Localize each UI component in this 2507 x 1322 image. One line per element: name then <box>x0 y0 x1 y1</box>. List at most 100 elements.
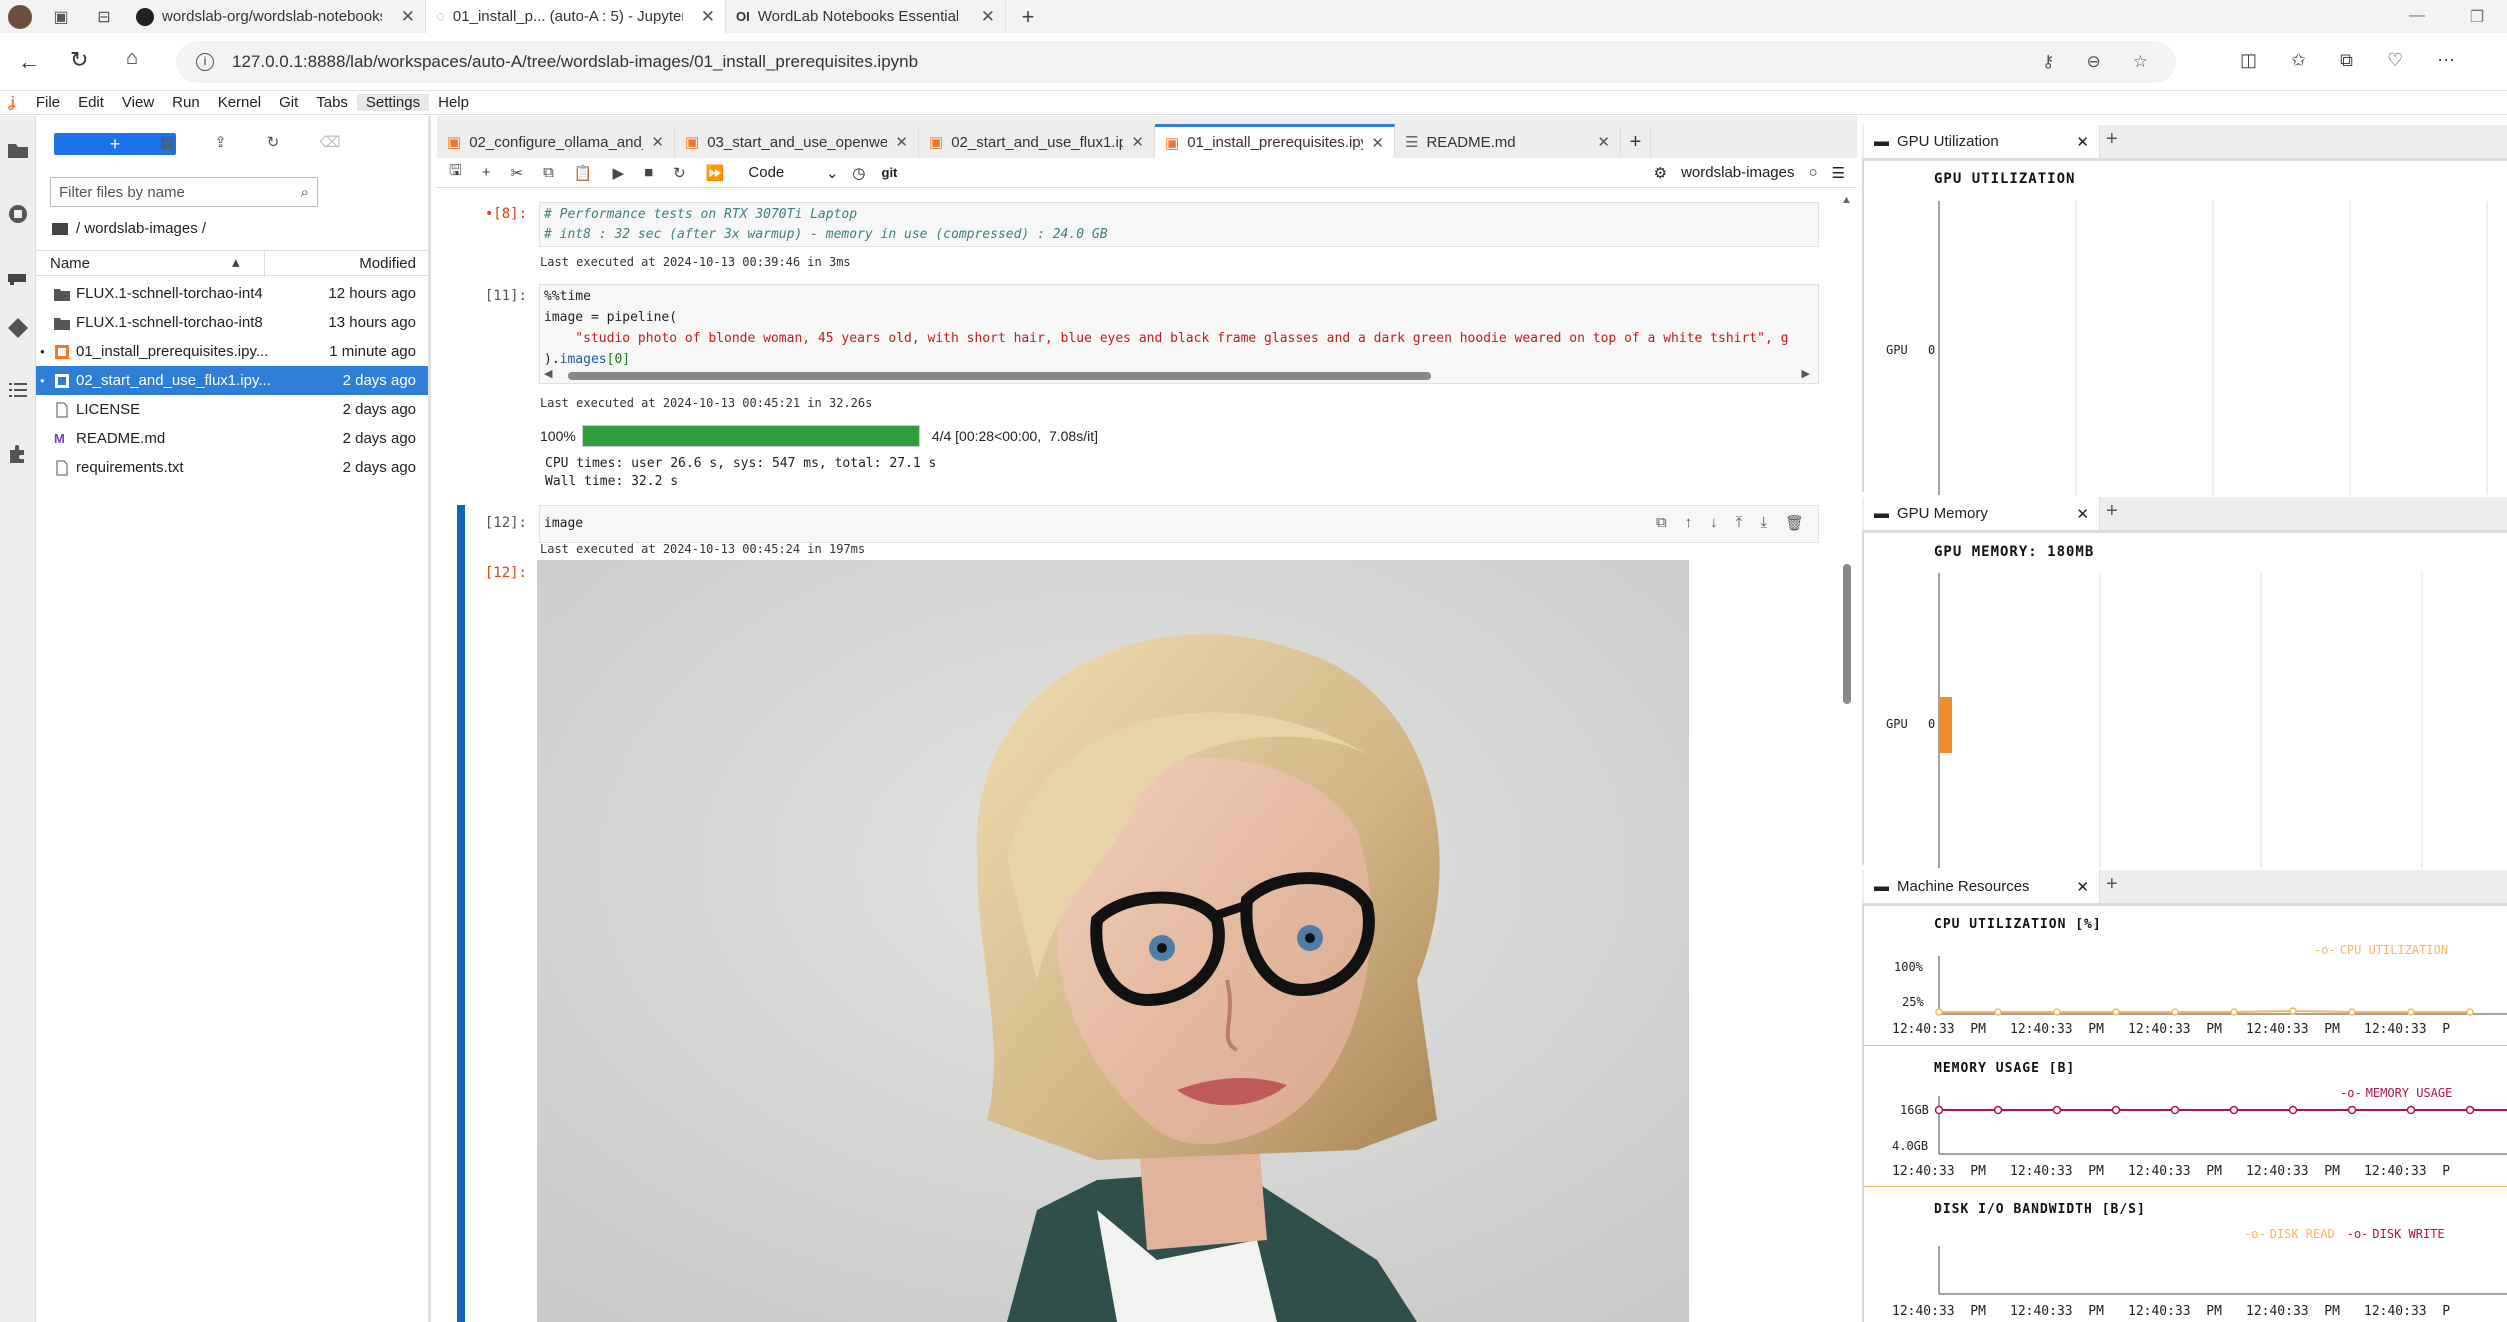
table-of-contents-icon[interactable] <box>6 378 30 402</box>
browser-tab-wordlab[interactable]: OI WordLab Notebooks Essentials ✕ <box>726 0 1006 33</box>
scroll-right-icon[interactable]: ▶ <box>1802 367 1810 380</box>
close-icon[interactable]: ✕ <box>895 133 908 151</box>
add-panel-button[interactable]: + <box>2106 873 2118 896</box>
add-panel-button[interactable]: + <box>2106 500 2118 523</box>
move-down-icon[interactable]: ↓ <box>1710 514 1718 532</box>
menu-edit[interactable]: Edit <box>69 94 113 111</box>
file-item[interactable]: ● 01_install_prerequisites.ipy... 1 minute… <box>36 337 428 366</box>
add-panel-button[interactable]: + <box>2106 128 2118 151</box>
insert-above-icon[interactable]: ⤒ <box>1736 514 1743 532</box>
reload-icon[interactable]: ↻ <box>70 47 88 73</box>
workspaces-icon[interactable]: ▣ <box>40 7 82 27</box>
file-item[interactable]: M README.md 2 days ago <box>36 424 428 453</box>
menu-kernel[interactable]: Kernel <box>209 94 270 111</box>
favorites-icon[interactable]: ✩ <box>2291 50 2306 71</box>
duplicate-cell-icon[interactable]: ⧉ <box>1656 514 1667 532</box>
move-up-icon[interactable]: ↑ <box>1685 514 1693 532</box>
running-kernels-icon[interactable] <box>6 202 30 226</box>
filter-files-input[interactable]: Filter files by name ⌕ <box>50 177 318 207</box>
copy-icon[interactable]: ⧉ <box>543 164 554 181</box>
url-field[interactable]: i 127.0.0.1:8888/lab/workspaces/auto-A/t… <box>176 41 2176 83</box>
upload-icon[interactable]: ⇪ <box>214 133 227 151</box>
menu-icon[interactable]: ☰ <box>1832 164 1845 182</box>
menu-help[interactable]: Help <box>429 94 478 111</box>
scroll-left-icon[interactable]: ◀ <box>544 367 552 380</box>
scrollbar-thumb[interactable] <box>568 372 1431 380</box>
menu-view[interactable]: View <box>113 94 163 111</box>
close-icon[interactable]: ✕ <box>401 7 415 27</box>
gear-icon[interactable]: ⚙ <box>1654 164 1667 182</box>
tab-start-openwebui[interactable]: ▣ 03_start_and_use_openweb ✕ <box>675 126 919 158</box>
column-modified[interactable]: Modified <box>359 255 416 272</box>
git-icon[interactable] <box>6 316 30 340</box>
notebook-scrollbar[interactable]: ▲ <box>1840 189 1854 1322</box>
tab-gpu-utilization[interactable]: ▬ GPU Utilization ✕ <box>1864 125 2100 158</box>
menu-git[interactable]: Git <box>270 94 307 111</box>
tab-gpu-memory[interactable]: ▬ GPU Memory ✕ <box>1864 497 2100 530</box>
refresh-icon[interactable]: ↻ <box>267 133 280 151</box>
cut-icon[interactable]: ✂ <box>511 164 524 182</box>
cell-type-select[interactable]: Code ⌄ <box>748 164 838 182</box>
file-item[interactable]: LICENSE 2 days ago <box>36 395 428 424</box>
gpu-dashboard-icon[interactable] <box>6 266 30 290</box>
file-item[interactable]: requirements.txt 2 days ago <box>36 453 428 482</box>
tab-install-prerequisites[interactable]: ▣ 01_install_prerequisites.ipyn ✕ <box>1155 124 1395 158</box>
close-icon[interactable]: ✕ <box>2076 133 2089 151</box>
close-icon[interactable]: ✕ <box>701 7 715 27</box>
clock-icon[interactable]: ◷ <box>852 164 865 182</box>
close-icon[interactable]: ✕ <box>651 133 664 151</box>
clear-icon[interactable]: ⌫ <box>319 133 340 151</box>
new-tab-button[interactable]: + <box>1006 4 1050 30</box>
menu-run[interactable]: Run <box>163 94 209 111</box>
close-icon[interactable]: ✕ <box>1131 133 1144 151</box>
restore-icon[interactable]: ❐ <box>2447 7 2507 27</box>
git-diff-button[interactable]: git <box>882 165 898 180</box>
save-icon[interactable]: 🖫 <box>449 160 462 185</box>
kernel-name[interactable]: wordslab-images <box>1681 164 1794 181</box>
column-name[interactable]: Name <box>50 255 90 272</box>
add-tab-button[interactable]: + <box>1621 126 1651 158</box>
file-item-selected[interactable]: ● 02_start_and_use_flux1.ipy... 2 days ago <box>36 366 428 395</box>
extensions-icon[interactable] <box>6 442 30 466</box>
back-icon[interactable]: ← <box>18 49 40 75</box>
key-icon[interactable]: ⚷ <box>2042 52 2054 72</box>
code-cell-input[interactable]: %%time image = pipeline( "studio photo o… <box>539 284 1819 384</box>
zoom-icon[interactable]: ⊖ <box>2087 52 2101 72</box>
scroll-up-icon[interactable]: ▲ <box>1841 194 1852 206</box>
file-item[interactable]: FLUX.1-schnell-torchao-int4 12 hours ago <box>36 279 428 308</box>
more-icon[interactable]: ⋯ <box>2437 50 2455 71</box>
scrollbar-thumb[interactable] <box>1843 564 1851 704</box>
new-folder-icon[interactable]: ▤ <box>160 133 174 151</box>
vertical-tabs-icon[interactable]: ⊟ <box>82 7 126 27</box>
tab-machine-resources[interactable]: ▬ Machine Resources ✕ <box>1864 870 2100 903</box>
collections-icon[interactable]: ⧉ <box>2340 50 2353 71</box>
code-cell-input[interactable]: # Performance tests on RTX 3070Ti Laptop… <box>539 202 1819 247</box>
code-cell-input[interactable]: image ⧉ ↑ ↓ ⤒ ⤓ 🗑 <box>539 505 1819 543</box>
menu-settings[interactable]: Settings <box>356 94 430 111</box>
insert-below-icon[interactable]: ⤓ <box>1760 514 1767 532</box>
tab-start-flux1[interactable]: ▣02_start_and_use_flux1.ipynl✕ <box>919 126 1155 158</box>
close-icon[interactable]: ✕ <box>2076 505 2089 523</box>
folder-icon[interactable] <box>52 222 68 235</box>
favorite-icon[interactable]: ☆ <box>2133 52 2148 72</box>
profile-avatar[interactable] <box>0 0 40 33</box>
menu-file[interactable]: File <box>27 94 69 111</box>
paste-icon[interactable]: 📋 <box>574 164 593 182</box>
delete-cell-icon[interactable]: 🗑 <box>1785 514 1804 532</box>
close-icon[interactable]: ✕ <box>1371 134 1384 152</box>
browser-essentials-icon[interactable]: ♡ <box>2387 50 2403 71</box>
split-screen-icon[interactable]: ◫ <box>2240 50 2257 71</box>
run-icon[interactable]: ▶ <box>613 164 625 182</box>
file-item[interactable]: FLUX.1-schnell-torchao-int8 13 hours ago <box>36 308 428 337</box>
minimize-icon[interactable]: — <box>2387 7 2447 27</box>
tab-configure-ollama[interactable]: ▣ 02_configure_ollama_and_o ✕ <box>437 126 675 158</box>
restart-icon[interactable]: ↻ <box>673 164 686 182</box>
horizontal-scrollbar[interactable]: ◀ ▶ <box>544 367 1814 382</box>
browser-tab-jupyter[interactable]: ◌ 01_install_p... (auto-A : 5) - Jupyter… <box>426 0 726 33</box>
tab-readme[interactable]: ☰ README.md ✕ <box>1395 126 1621 158</box>
close-icon[interactable]: ✕ <box>1597 133 1610 151</box>
close-icon[interactable]: ✕ <box>2076 878 2089 896</box>
stop-icon[interactable]: ■ <box>644 164 653 181</box>
insert-cell-icon[interactable]: + <box>482 164 491 181</box>
menu-tabs[interactable]: Tabs <box>307 94 357 111</box>
